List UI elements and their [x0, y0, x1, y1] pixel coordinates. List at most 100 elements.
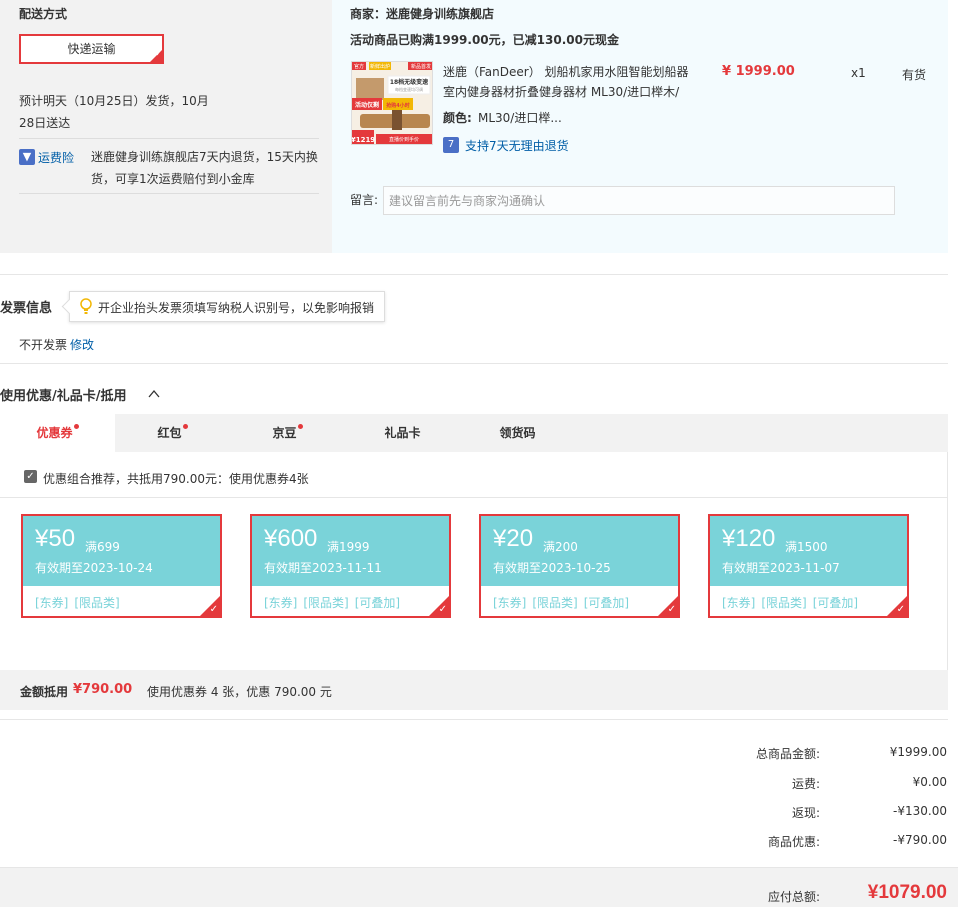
- coupon-tag: [限品类]: [761, 596, 807, 610]
- coupon-card-top: ¥50 满699 有效期至2023-10-24: [23, 516, 220, 586]
- coupon-card-top: ¥120 满1500 有效期至2023-11-07: [710, 516, 907, 586]
- coupon-expiry: 有效期至2023-10-24: [35, 561, 153, 575]
- coupon-tag: [可叠加]: [812, 596, 859, 610]
- freight-insurance-link[interactable]: 运费险: [38, 149, 74, 166]
- shipping-title: 配送方式: [19, 7, 68, 21]
- coupon-expiry: 有效期至2023-10-25: [493, 561, 611, 575]
- recommend-checkbox[interactable]: ✓: [24, 470, 37, 483]
- shop-name: 商家：迷鹿健身训练旗舰店: [350, 7, 495, 21]
- discount-label: 商品优惠:: [767, 835, 820, 849]
- product-promo: 活动仅剩: [355, 101, 379, 109]
- coupon-expiry: 有效期至2023-11-07: [722, 561, 840, 575]
- coupon-summary-amount: ¥790.00: [73, 682, 133, 697]
- product-color-value: ML30/进口榉...: [478, 111, 562, 125]
- divider: [0, 719, 948, 720]
- product-image[interactable]: 官方 新鲜出炉 新品首发 18档无级变速 每档变速均可调 活动仅剩 抢购4小时 …: [351, 61, 433, 145]
- coupon-tag: [可叠加]: [354, 596, 401, 610]
- divider: [19, 138, 319, 139]
- notification-dot: [182, 424, 188, 429]
- coupon-amount: ¥600: [264, 525, 318, 552]
- coupon-card-top: ¥20 满200 有效期至2023-10-25: [481, 516, 678, 586]
- product-image-price: ¥1219: [352, 136, 375, 144]
- shipping-option-express[interactable]: 快递运输: [19, 34, 164, 64]
- divider: [0, 274, 948, 275]
- tab-label: 领货码: [499, 426, 536, 440]
- freight-value: ¥0.00: [912, 775, 947, 789]
- invoice-title: 发票信息: [0, 301, 53, 316]
- discount-value: -¥790.00: [893, 833, 947, 847]
- cashback-label: 返现:: [791, 806, 820, 820]
- coupon-tags: [东券] [限品类] [可叠加]: [722, 594, 864, 611]
- product-subhead: 每档变速均可调: [395, 86, 423, 92]
- cashback-value: -¥130.00: [893, 804, 947, 818]
- product-quantity: x1: [851, 66, 866, 80]
- grand-total-label: 应付总额:: [767, 890, 820, 904]
- coupon-tags: [东券] [限品类]: [35, 594, 126, 611]
- tab-redeem-code[interactable]: 领货码: [460, 414, 575, 452]
- chevron-up-icon[interactable]: [147, 387, 161, 401]
- coupon-tag: [可叠加]: [583, 596, 630, 610]
- selected-check-icon: [150, 50, 162, 62]
- notification-dot: [73, 424, 79, 429]
- product-stock-status: 有货: [902, 68, 927, 82]
- product-promo-2: 抢购4小时: [386, 102, 409, 109]
- product-badge-1: 官方: [354, 63, 364, 70]
- invoice-tip: 开企业抬头发票须填写纳税人识别号，以免影响报销: [69, 291, 385, 322]
- coupon-tags: [东券] [限品类] [可叠加]: [264, 594, 406, 611]
- tab-gift-card[interactable]: 礼品卡: [345, 414, 460, 452]
- product-image-graphic: 官方 新鲜出炉 新品首发 18档无级变速 每档变速均可调 活动仅剩 抢购4小时 …: [352, 62, 432, 144]
- coupon-condition: 满200: [543, 540, 578, 554]
- freight-insurance-desc: 迷鹿健身训练旗舰店7天内退货，15天内换货，可享1次运费赔付到小金库: [91, 150, 318, 186]
- product-image-tag: 直播价到手价: [389, 136, 419, 143]
- check-icon: ✓: [896, 604, 905, 615]
- coupon-tag: [限品类]: [532, 596, 578, 610]
- message-label: 留言:: [350, 193, 379, 207]
- message-input[interactable]: [383, 186, 895, 215]
- check-icon: ✓: [209, 604, 218, 615]
- product-color-label: 颜色:: [443, 111, 472, 125]
- product-price: ¥ 1999.00: [722, 64, 795, 79]
- freight-label: 运费:: [791, 777, 820, 791]
- coupon-tag: [东券]: [264, 596, 298, 610]
- coupon-amount: ¥50: [35, 525, 76, 552]
- coupon-recommend-text: 优惠组合推荐，共抵用790.00元：使用优惠券4张: [43, 472, 309, 486]
- coupon-card[interactable]: ¥600 满1999 有效期至2023-11-11 [东券] [限品类] [可叠加]…: [250, 514, 451, 618]
- grand-total-value: ¥1079.00: [867, 882, 947, 903]
- seven-day-return-icon: 7: [443, 137, 459, 153]
- tab-label: 京豆: [272, 426, 297, 440]
- coupon-card[interactable]: ¥120 满1500 有效期至2023-11-07 [东券] [限品类] [可叠加]…: [708, 514, 909, 618]
- total-goods-value: ¥1999.00: [889, 745, 947, 759]
- coupon-tag: [东券]: [722, 596, 756, 610]
- seven-day-return-link[interactable]: 支持7天无理由退货: [465, 137, 569, 154]
- notification-dot: [297, 424, 303, 429]
- total-goods-label: 总商品金额:: [755, 747, 820, 761]
- product-name-link[interactable]: 迷鹿（FanDeer） 划船机家用水阻智能划船器室内健身器材折叠健身器材 ML3…: [443, 62, 693, 102]
- coupon-tag: [限品类]: [74, 596, 120, 610]
- tab-label: 礼品卡: [384, 426, 421, 440]
- tab-label: 优惠券: [36, 426, 73, 440]
- divider: [19, 193, 319, 194]
- coupon-amount: ¥20: [493, 525, 534, 552]
- coupon-card[interactable]: ¥50 满699 有效期至2023-10-24 [东券] [限品类] ✓: [21, 514, 222, 618]
- coupons-title: 使用优惠/礼品卡/抵用: [0, 389, 127, 404]
- divider: [0, 363, 948, 364]
- invoice-status: 不开发票: [19, 338, 68, 352]
- check-icon: ✓: [667, 604, 676, 615]
- shop-promo: 活动商品已购满1999.00元，已减130.00元现金: [350, 33, 619, 47]
- coupon-tag: [东券]: [493, 596, 527, 610]
- tab-jingdou[interactable]: 京豆: [230, 414, 345, 452]
- coupon-condition: 满1999: [327, 540, 370, 554]
- lightbulb-icon: [80, 298, 92, 314]
- shield-icon: ▼: [19, 149, 35, 165]
- coupon-tags: [东券] [限品类] [可叠加]: [493, 594, 635, 611]
- invoice-edit-link[interactable]: 修改: [70, 336, 94, 353]
- coupon-condition: 满1500: [785, 540, 828, 554]
- coupon-summary-desc: 使用优惠券 4 张，优惠 790.00 元: [147, 685, 332, 699]
- tab-red-packet[interactable]: 红包: [115, 414, 230, 452]
- product-headline: 18档无级变速: [390, 78, 428, 86]
- coupon-card[interactable]: ¥20 满200 有效期至2023-10-25 [东券] [限品类] [可叠加] ✓: [479, 514, 680, 618]
- product-badge-3: 新品首发: [411, 63, 431, 70]
- coupon-condition: 满699: [85, 540, 120, 554]
- check-icon: ✓: [438, 604, 447, 615]
- tab-coupons[interactable]: 优惠券: [0, 414, 115, 452]
